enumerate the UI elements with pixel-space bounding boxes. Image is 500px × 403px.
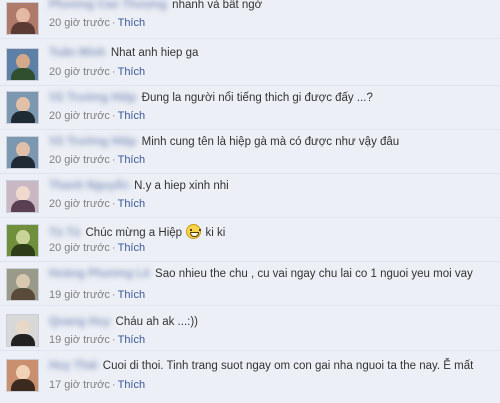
- avatar[interactable]: [6, 2, 39, 35]
- avatar[interactable]: [6, 314, 39, 347]
- comment-author[interactable]: Huy Thái: [49, 360, 98, 372]
- avatar[interactable]: [6, 224, 39, 257]
- comment-author[interactable]: Vũ Trường Hiệp: [49, 136, 136, 148]
- comment-author[interactable]: Hoàng Phương Lê: [49, 268, 150, 280]
- avatar[interactable]: [6, 136, 39, 169]
- like-link[interactable]: Thích: [118, 289, 146, 301]
- comment-author[interactable]: Tú Tú: [49, 227, 80, 239]
- comment-author[interactable]: Vũ Trường Hiệp: [49, 92, 136, 104]
- comment-time[interactable]: 19 giờ trước: [49, 289, 110, 301]
- comment-item: Quang Huy Cháu ah ak ...:)) 19 giờ trước…: [0, 307, 500, 351]
- like-link[interactable]: Thích: [118, 154, 146, 166]
- separator-dot: ·: [111, 379, 116, 391]
- separator-dot: ·: [111, 17, 116, 29]
- comment-text: Cháu ah ak ...:)): [115, 316, 199, 328]
- like-link[interactable]: Thích: [118, 242, 146, 254]
- comment-text: N.y a hiep xinh nhi: [134, 180, 229, 192]
- comment-text-end: ki ki: [205, 227, 226, 239]
- separator-dot: ·: [111, 110, 116, 122]
- comment-text: Nhat anh hiep ga: [110, 47, 199, 59]
- like-link[interactable]: Thích: [118, 198, 146, 210]
- comment-item: Thanh Nguyễn N.y a hiep xinh nhi 20 giờ …: [0, 174, 500, 218]
- comment-time[interactable]: 19 giờ trước: [49, 334, 110, 346]
- comment-text: nhanh và bất ngờ: [172, 0, 263, 11]
- like-link[interactable]: Thích: [118, 66, 146, 78]
- separator-dot: ·: [111, 242, 116, 254]
- like-link[interactable]: Thích: [118, 17, 146, 29]
- comment-author[interactable]: Thanh Nguyễn: [49, 180, 129, 192]
- like-link[interactable]: Thích: [118, 110, 146, 122]
- comment-item: Vũ Trường Hiệp Đung la người nổi tiếng t…: [0, 86, 500, 130]
- comment-text-start: Chúc mừng a Hiệp: [85, 227, 183, 239]
- comment-time[interactable]: 20 giờ trước: [49, 66, 110, 78]
- comment-time[interactable]: 20 giờ trước: [49, 17, 110, 29]
- comment-item: Vũ Trường Hiệp Minh cung tên là hiệp gà …: [0, 130, 500, 174]
- avatar[interactable]: [6, 91, 39, 124]
- avatar[interactable]: [6, 359, 39, 392]
- comment-time[interactable]: 17 giờ trước: [49, 379, 110, 391]
- comment-text: Cuoi di thoi. Tinh trang suot ngay om co…: [102, 360, 474, 372]
- comment-item: Tú Tú Chúc mừng a Hiệp ki ki 20 giờ trướ…: [0, 218, 500, 262]
- comment-item: Hoàng Phương Lê Sao nhieu the chu , cu v…: [0, 262, 500, 306]
- avatar[interactable]: [6, 180, 39, 213]
- separator-dot: ·: [111, 334, 116, 346]
- separator-dot: ·: [111, 289, 116, 301]
- like-link[interactable]: Thích: [118, 334, 146, 346]
- comment-text: Minh cung tên là hiệp gà mà có được như …: [141, 136, 400, 148]
- like-link[interactable]: Thích: [118, 379, 146, 391]
- grin-emoji-icon: [186, 224, 202, 239]
- separator-dot: ·: [111, 154, 116, 166]
- comment-time[interactable]: 20 giờ trước: [49, 242, 110, 254]
- comment-item: Huy Thái Cuoi di thoi. Tinh trang suot n…: [0, 351, 500, 403]
- comment-time[interactable]: 20 giờ trước: [49, 198, 110, 210]
- comment-item: Phương Cao Thượng nhanh và bất ngờ 20 gi…: [0, 0, 500, 39]
- avatar[interactable]: [6, 268, 39, 301]
- separator-dot: ·: [111, 198, 116, 210]
- comment-author[interactable]: Tuấn Minh: [49, 47, 106, 59]
- comment-author[interactable]: Phương Cao Thượng: [49, 0, 167, 11]
- avatar[interactable]: [6, 48, 39, 81]
- comment-time[interactable]: 20 giờ trước: [49, 110, 110, 122]
- comment-text: Sao nhieu the chu , cu vai ngay chu lai …: [155, 268, 473, 280]
- comment-time[interactable]: 20 giờ trước: [49, 154, 110, 166]
- comment-author[interactable]: Quang Huy: [49, 316, 110, 328]
- comment-text: Đung la người nổi tiếng thich gi được đấ…: [141, 92, 373, 104]
- comment-item: Tuấn Minh Nhat anh hiep ga 20 giờ trước ·…: [0, 42, 500, 86]
- separator-dot: ·: [111, 66, 116, 78]
